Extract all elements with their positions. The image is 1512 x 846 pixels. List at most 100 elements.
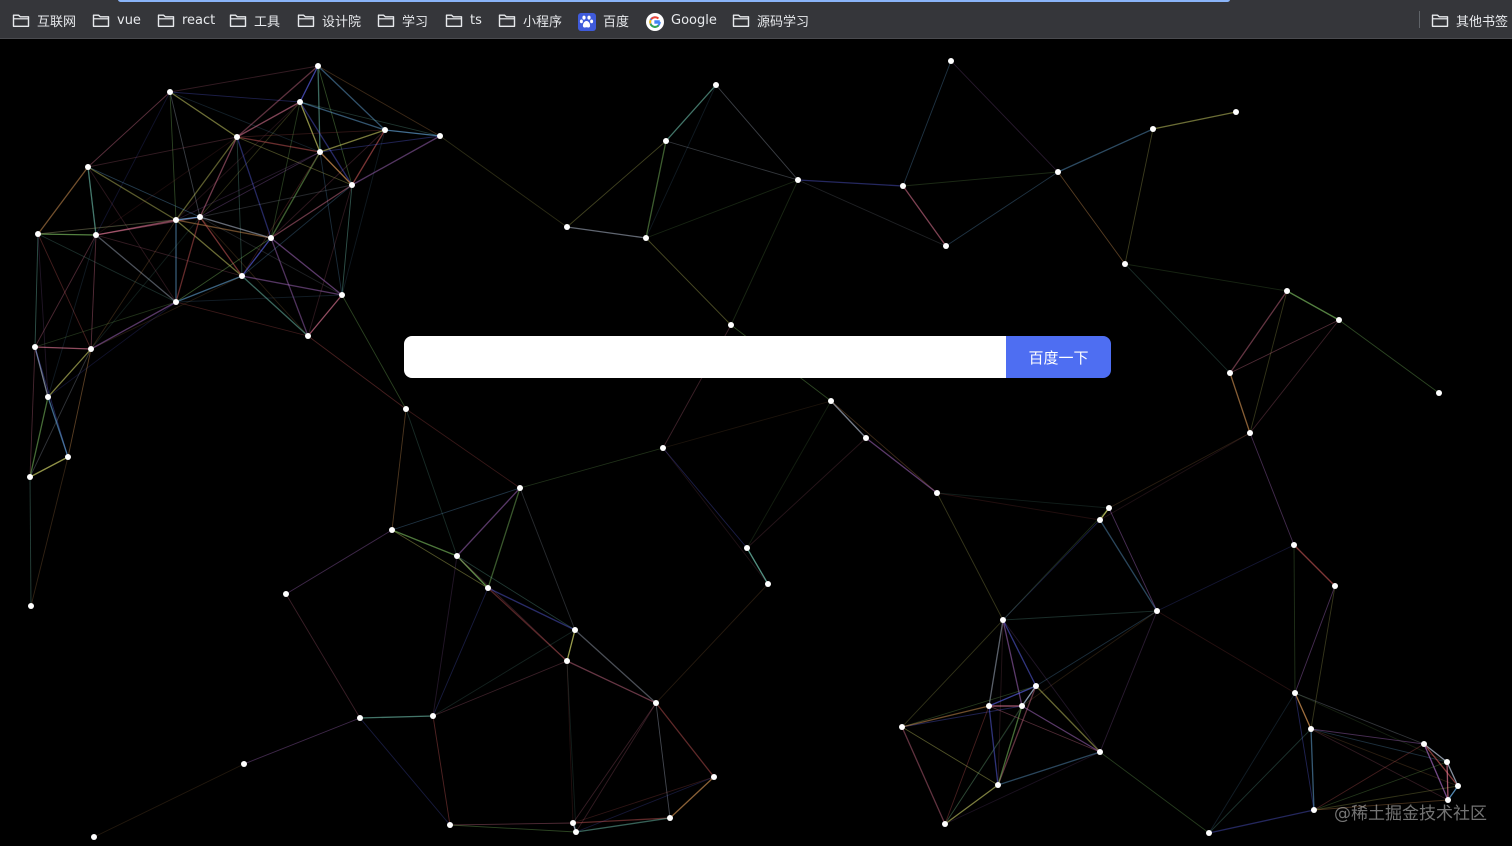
bookmark-label: 互联网 [37, 14, 77, 30]
network-node [1292, 690, 1298, 696]
bookmark-google[interactable]: Google [646, 9, 717, 31]
network-node [728, 322, 734, 328]
bookmark-mini-program[interactable]: 小程序 [498, 9, 562, 31]
network-link [901, 726, 999, 786]
network-link [1294, 585, 1336, 694]
network-link [29, 476, 32, 607]
network-node [1332, 583, 1338, 589]
network-node [1055, 169, 1061, 175]
network-link [1035, 610, 1158, 687]
network-link [1294, 692, 1448, 763]
network-node [1106, 505, 1112, 511]
network-link [1229, 319, 1340, 374]
network-node [1284, 288, 1290, 294]
bookmark-react[interactable]: react [157, 9, 215, 31]
bookmark-ts[interactable]: ts [445, 9, 482, 31]
network-link [1124, 263, 1288, 292]
network-node [403, 406, 409, 412]
network-link [902, 185, 947, 247]
bookmark-design-institute[interactable]: 设计院 [297, 9, 361, 31]
network-node [570, 820, 576, 826]
network-node [1455, 783, 1461, 789]
network-link [432, 555, 458, 717]
network-node [93, 232, 99, 238]
particle-network-background [27, 58, 1461, 840]
network-link [405, 408, 458, 557]
network-link [169, 91, 301, 103]
network-link [1249, 432, 1295, 546]
network-link [175, 237, 272, 303]
network-node [1311, 807, 1317, 813]
network-link [665, 84, 717, 142]
network-link [87, 166, 177, 221]
bookmark-label: react [182, 12, 216, 28]
bookmark-tools[interactable]: 工具 [229, 9, 280, 31]
network-node [660, 445, 666, 451]
other-bookmarks[interactable]: 其他书签 [1431, 9, 1508, 31]
network-link [307, 294, 343, 337]
network-link [665, 140, 799, 181]
bookmark-study[interactable]: 学习 [377, 9, 428, 31]
network-node [942, 821, 948, 827]
network-link [241, 184, 353, 277]
network-link [319, 129, 386, 153]
network-link [1002, 610, 1158, 621]
network-link [655, 583, 769, 704]
network-node [653, 700, 659, 706]
network-link [90, 219, 177, 350]
folder-icon [157, 13, 175, 28]
network-node [197, 214, 203, 220]
network-link [1156, 544, 1295, 612]
network-node [65, 454, 71, 460]
network-link [901, 726, 946, 825]
search-button[interactable]: 百度一下 [1006, 336, 1111, 378]
bookmark-label: ts [470, 12, 482, 28]
network-node [85, 164, 91, 170]
folder-icon [297, 13, 315, 28]
network-link [1310, 728, 1449, 801]
network-link [1249, 290, 1288, 434]
network-link [47, 348, 92, 398]
network-link [566, 629, 576, 662]
active-tab-indicator [118, 0, 1230, 2]
folder-icon [445, 13, 463, 28]
network-link [391, 529, 458, 557]
network-link [655, 702, 671, 819]
network-link [1294, 692, 1425, 745]
folder-icon [229, 13, 247, 28]
network-link [1124, 128, 1154, 265]
bookmark-vue[interactable]: vue [92, 9, 141, 31]
network-link [566, 226, 647, 239]
network-node [27, 474, 33, 480]
network-link [1099, 432, 1251, 521]
bookmark-baidu[interactable]: 百度 [578, 9, 629, 31]
network-link [902, 171, 1059, 187]
network-link [30, 456, 69, 607]
network-link [67, 348, 92, 458]
network-link [37, 166, 89, 235]
bookmark-label: Google [671, 12, 717, 28]
network-node [1000, 617, 1006, 623]
network-link [47, 234, 97, 398]
network-node [744, 545, 750, 551]
network-link [95, 234, 243, 277]
network-node [454, 553, 460, 559]
network-link [285, 593, 361, 719]
baidu-paw-icon [578, 12, 596, 31]
search-input[interactable] [404, 336, 1006, 378]
network-link [655, 702, 715, 778]
network-link [902, 60, 952, 187]
network-link [575, 702, 657, 833]
network-node [1097, 749, 1103, 755]
network-link [29, 348, 92, 478]
network-link [746, 547, 769, 585]
network-node [305, 333, 311, 339]
network-link [662, 447, 748, 549]
bookmark-internet[interactable]: 互联网 [12, 9, 76, 31]
bookmark-source-study[interactable]: 源码学习 [732, 9, 809, 31]
network-link [830, 400, 867, 439]
network-node [382, 127, 388, 133]
network-node [315, 63, 321, 69]
network-link [1208, 692, 1296, 834]
network-node [667, 815, 673, 821]
